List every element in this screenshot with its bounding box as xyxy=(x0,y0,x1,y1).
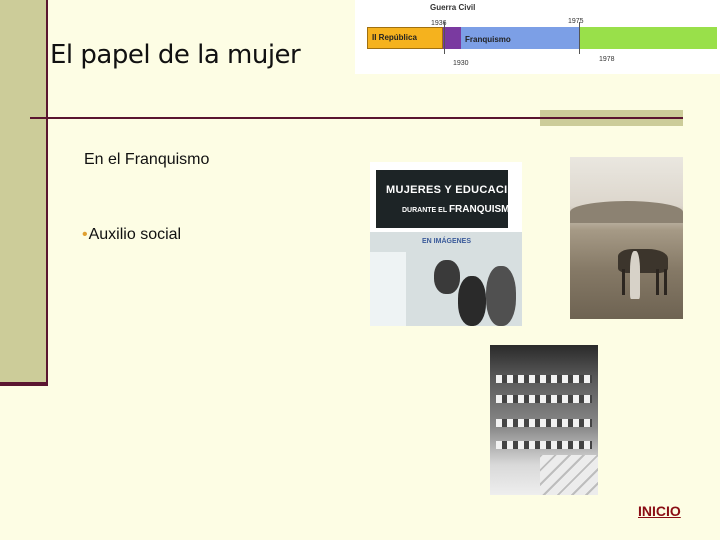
photo-children-row xyxy=(496,419,592,427)
timeline-segment-democracy xyxy=(579,27,717,49)
bullet-text: Auxilio social xyxy=(88,226,182,243)
timeline-tick xyxy=(579,22,580,54)
book-subtitle: EN IMÁGENES xyxy=(422,238,472,245)
book-title-second-line: DURANTE EL FRANQUISMO xyxy=(402,204,517,215)
slide-title: El papel de la mujer xyxy=(50,40,301,70)
timeline-segment-franquismo: Franquismo xyxy=(461,27,579,49)
book-cover-image: MUJERES Y EDUCACIÓN DURANTE EL FRANQUISM… xyxy=(370,162,522,326)
photo-floor xyxy=(540,455,598,495)
field-horse-photo xyxy=(570,157,683,319)
classroom-photo xyxy=(490,345,598,495)
book-title-during: DURANTE EL xyxy=(402,207,447,214)
bullet-item: •Auxilio social xyxy=(82,226,181,244)
photo-horse xyxy=(618,249,668,273)
left-accent-foot xyxy=(0,382,48,386)
photo-horse-leg xyxy=(622,269,625,295)
timeline-banner: Guerra Civil 1936 1975 II República Fran… xyxy=(355,0,720,74)
photo-children-row xyxy=(496,441,592,449)
timeline-republic-label: II República xyxy=(372,33,417,42)
book-title-franquismo: FRANQUISMO xyxy=(448,204,518,215)
timeline-franquismo-label: Franquismo xyxy=(465,35,511,44)
header-rule-overlay xyxy=(540,117,683,119)
timeline-tick xyxy=(444,22,445,54)
photo-hill xyxy=(570,201,683,223)
photo-horse-leg xyxy=(656,269,659,295)
timeline-civil-war-label: Guerra Civil xyxy=(430,3,476,12)
book-photo-girl xyxy=(486,266,516,326)
book-title-block: MUJERES Y EDUCACIÓN DURANTE EL FRANQUISM… xyxy=(376,170,522,228)
photo-children-row xyxy=(496,375,592,383)
photo-person xyxy=(630,251,640,299)
timeline-year-1978: 1978 xyxy=(599,56,615,63)
book-photo-girl xyxy=(434,260,460,294)
slide-subtitle: En el Franquismo xyxy=(84,151,210,168)
book-title: MUJERES Y EDUCACIÓN xyxy=(386,184,522,196)
left-accent-line xyxy=(46,0,48,386)
home-link[interactable]: INICIO xyxy=(638,503,681,519)
timeline-segment-republic: II República xyxy=(367,27,443,49)
photo-horse-leg xyxy=(664,269,667,295)
book-photo-door xyxy=(370,252,406,326)
book-photo-girl xyxy=(458,276,486,326)
timeline-segment-war xyxy=(443,27,461,49)
left-accent-bar xyxy=(0,0,46,382)
timeline-year-1975: 1975 xyxy=(568,18,584,25)
bullet-dot-icon: • xyxy=(82,226,88,243)
timeline-year-1930: 1930 xyxy=(453,60,469,67)
photo-children-row xyxy=(496,395,592,403)
